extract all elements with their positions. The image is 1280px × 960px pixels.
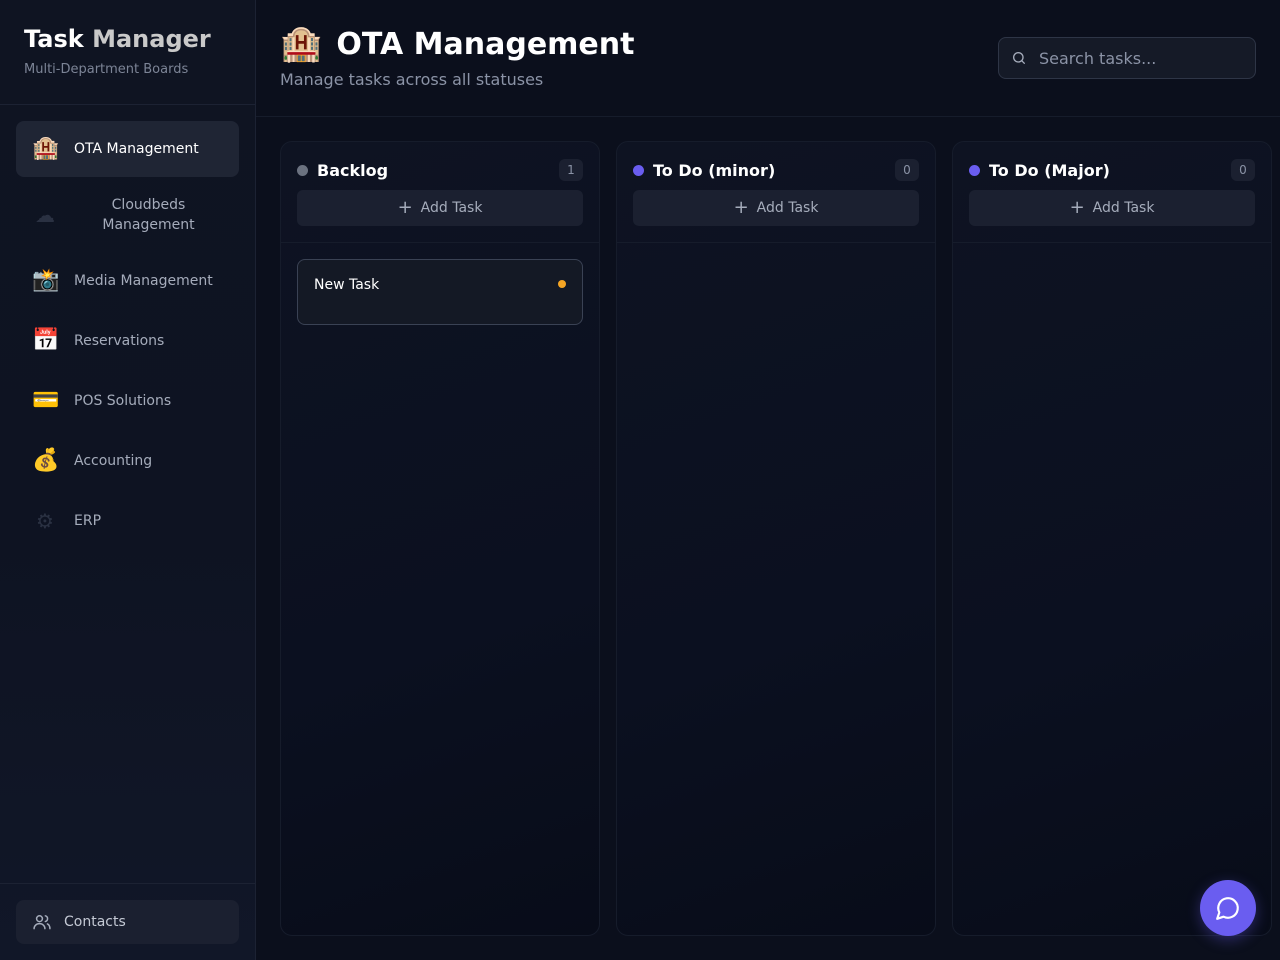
column-title: To Do (minor) <box>653 160 776 180</box>
task-count-badge: 0 <box>1231 159 1255 181</box>
column-header: Backlog 1 + Add Task <box>281 142 599 243</box>
sidebar-item-label: Media Management <box>74 273 213 289</box>
column-backlog: Backlog 1 + Add Task New Task <box>280 141 600 936</box>
plus-icon: + <box>733 197 749 218</box>
hotel-icon: 🏨 <box>32 136 60 161</box>
kanban-board: Backlog 1 + Add Task New Task To Do (min… <box>280 141 1280 936</box>
task-card[interactable]: New Task <box>297 259 583 325</box>
column-header: To Do (Major) 0 + Add Task <box>953 142 1271 243</box>
money-bag-icon: 💰 <box>32 448 60 473</box>
chat-button[interactable] <box>1200 880 1256 936</box>
search-icon <box>1013 52 1025 64</box>
sidebar-item-label: ERP <box>74 513 102 529</box>
search-input[interactable] <box>1039 48 1239 68</box>
page-title: 🏨 OTA Management <box>280 24 634 64</box>
camera-flash-icon: 📸 <box>32 268 60 293</box>
plus-icon: + <box>397 197 413 218</box>
status-dot <box>297 164 308 176</box>
task-count-badge: 1 <box>559 159 583 181</box>
sidebar-item-label: POS Solutions <box>74 393 172 409</box>
sidebar-item-pos-solutions[interactable]: 💳 POS Solutions <box>16 373 239 429</box>
add-task-label: Add Task <box>756 200 819 216</box>
task-title: New Task <box>314 277 380 293</box>
app-subtitle: Multi-Department Boards <box>24 62 189 77</box>
contacts-button[interactable]: Contacts <box>16 900 239 944</box>
sidebar-item-label: Reservations <box>74 333 165 349</box>
sidebar-item-erp[interactable]: ⚙ ERP <box>16 493 239 549</box>
sidebar-item-reservations[interactable]: 📅 Reservations <box>16 313 239 369</box>
chat-bubble-icon <box>1216 897 1239 920</box>
sidebar: Task Manager Multi-Department Boards 🏨 O… <box>0 0 256 960</box>
sidebar-item-media-management[interactable]: 📸 Media Management <box>16 253 239 309</box>
column-header: To Do (minor) 0 + Add Task <box>617 142 935 243</box>
plus-icon: + <box>1069 197 1085 218</box>
column-title-row: Backlog 1 <box>297 158 583 182</box>
column-title: Backlog <box>317 160 389 180</box>
sidebar-item-accounting[interactable]: 💰 Accounting <box>16 433 239 489</box>
department-nav: 🏨 OTA Management ☁ Cloudbeds Management … <box>0 105 255 569</box>
add-task-label: Add Task <box>420 200 483 216</box>
sidebar-footer: Contacts <box>0 883 255 960</box>
app-title-main: Task <box>24 25 84 53</box>
sidebar-item-label: OTA Management <box>74 141 199 157</box>
column-title-row: To Do (minor) 0 <box>633 158 919 182</box>
calendar-icon: 📅 <box>32 328 60 353</box>
status-dot <box>633 164 644 176</box>
add-task-button[interactable]: + Add Task <box>297 190 583 226</box>
page-subtitle: Manage tasks across all statuses <box>280 70 544 89</box>
brand: Task Manager Multi-Department Boards <box>0 0 255 105</box>
page-title-text: OTA Management <box>336 26 635 62</box>
app-title-accent: Manager <box>92 25 211 53</box>
credit-card-icon: 💳 <box>32 388 60 413</box>
column-title-row: To Do (Major) 0 <box>969 158 1255 182</box>
contacts-label: Contacts <box>64 914 126 930</box>
sidebar-item-cloudbeds-management[interactable]: ☁ Cloudbeds Management <box>16 181 239 249</box>
status-dot <box>969 164 980 176</box>
column-todo-major: To Do (Major) 0 + Add Task <box>952 141 1272 936</box>
column-todo-minor: To Do (minor) 0 + Add Task <box>616 141 936 936</box>
add-task-label: Add Task <box>1092 200 1155 216</box>
main-content: 🏨 OTA Management Manage tasks across all… <box>256 0 1280 960</box>
gear-icon: ⚙ <box>36 509 54 533</box>
priority-dot <box>558 280 566 288</box>
users-icon <box>33 915 51 930</box>
sidebar-item-ota-management[interactable]: 🏨 OTA Management <box>16 121 239 177</box>
hotel-icon: 🏨 <box>280 24 323 64</box>
sidebar-item-label: Cloudbeds Management <box>102 197 195 233</box>
sidebar-item-label: Accounting <box>74 453 153 469</box>
add-task-button[interactable]: + Add Task <box>633 190 919 226</box>
search-box[interactable] <box>998 37 1256 79</box>
app-title: Task Manager <box>24 24 231 54</box>
task-count-badge: 0 <box>895 159 919 181</box>
add-task-button[interactable]: + Add Task <box>969 190 1255 226</box>
page-header: 🏨 OTA Management Manage tasks across all… <box>256 0 1280 117</box>
column-title: To Do (Major) <box>989 160 1110 180</box>
cloud-icon: ☁ <box>35 203 55 227</box>
